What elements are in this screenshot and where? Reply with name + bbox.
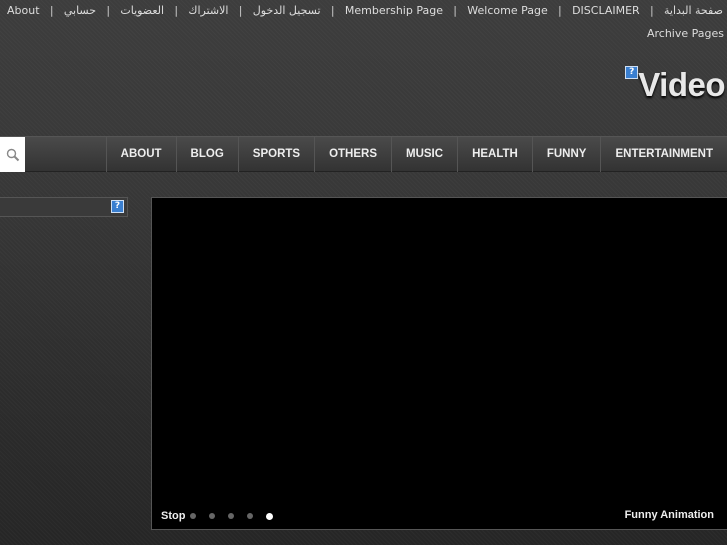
slide-dot-5[interactable]	[266, 512, 274, 520]
top-link-membership-page[interactable]: Membership Page	[345, 4, 443, 17]
broken-image-icon: ?	[625, 66, 639, 79]
separator: |	[453, 4, 457, 17]
separator: |	[238, 4, 243, 17]
separator: |	[174, 4, 179, 17]
top-link-about[interactable]: About	[7, 4, 40, 17]
top-link-disclaimer[interactable]: DISCLAIMER	[572, 4, 640, 17]
slide-dot-2[interactable]	[209, 513, 216, 519]
slider-controls: Stop	[161, 510, 286, 522]
top-link-welcome-page[interactable]: Welcome Page	[467, 4, 547, 17]
logo-text: Video	[638, 66, 725, 103]
separator: |	[558, 4, 562, 17]
sidebar-widget: ?	[0, 197, 128, 217]
nav-others[interactable]: OTHERS	[314, 137, 391, 172]
nav-sports[interactable]: SPORTS	[237, 137, 314, 172]
separator: |	[106, 4, 111, 17]
top-link-archive-pages[interactable]: Archive Pages	[647, 27, 724, 40]
top-link-subscribe[interactable]: الاشتراك	[188, 4, 228, 17]
top-links: About | حسابي | العضويات | الاشتراك | تسجيل …	[0, 4, 727, 17]
nav-health[interactable]: HEALTH	[457, 137, 532, 172]
separator: |	[330, 4, 335, 17]
featured-slider[interactable]: Stop Funny Animation	[151, 197, 727, 530]
top-link-memberships[interactable]: العضويات	[120, 4, 164, 17]
nav-blog[interactable]: BLOG	[175, 137, 238, 172]
search-button[interactable]	[0, 137, 25, 172]
stop-button[interactable]: Stop	[161, 510, 185, 522]
top-link-login[interactable]: تسجيل الدخول	[253, 4, 321, 17]
top-link-my-account[interactable]: حسابي	[64, 4, 96, 17]
broken-image-icon: ?	[111, 200, 124, 213]
magnifier-icon	[6, 148, 19, 161]
site-logo[interactable]: ? Video	[625, 66, 725, 104]
slide-dot-4[interactable]	[247, 513, 254, 519]
separator: |	[649, 4, 654, 17]
top-link-home[interactable]: صفحة البداية	[664, 4, 723, 17]
slide-dot-1[interactable]	[190, 513, 197, 519]
slide-dot-3[interactable]	[228, 513, 235, 519]
nav-about[interactable]: ABOUT	[105, 137, 176, 172]
nav-entertainment[interactable]: ENTERTAINMENT	[600, 137, 727, 172]
separator: |	[49, 4, 54, 17]
nav-music[interactable]: MUSIC	[391, 137, 457, 172]
main-nav: ABOUT BLOG SPORTS OTHERS MUSIC HEALTH FU…	[0, 136, 727, 172]
slide-caption[interactable]: Funny Animation	[625, 509, 714, 521]
nav-funny[interactable]: FUNNY	[531, 137, 601, 172]
